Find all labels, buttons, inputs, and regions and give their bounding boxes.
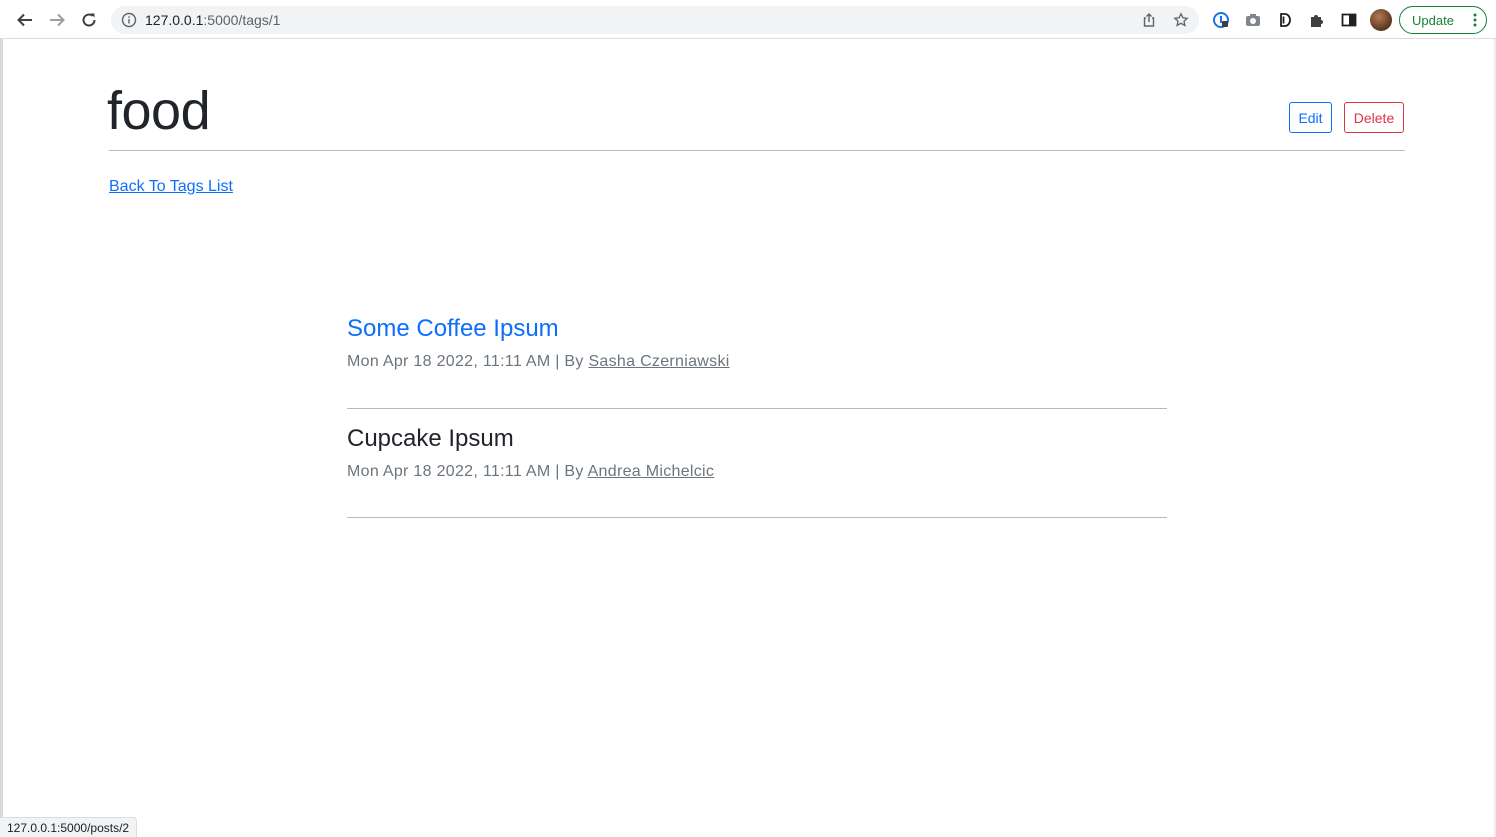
forward-arrow-icon[interactable] [44,7,70,33]
url-text[interactable]: 127.0.0.1:5000/tags/1 [145,12,280,28]
camera-extension-icon[interactable] [1243,10,1263,30]
reload-icon[interactable] [76,7,102,33]
post-meta: Mon Apr 18 2022, 11:11 AM | By Andrea Mi… [347,463,1167,481]
profile-avatar[interactable] [1370,9,1392,31]
title-divider [109,150,1405,151]
post-item: Cupcake Ipsum Mon Apr 18 2022, 11:11 AM … [347,425,1167,481]
share-icon[interactable] [1140,11,1158,29]
post-divider [347,517,1167,518]
post-divider [347,408,1167,409]
post-author-link[interactable]: Andrea Michelcic [588,463,715,480]
post-by-label: | By [550,353,589,370]
post-date: Mon Apr 18 2022, 11:11 AM [347,353,551,370]
address-bar[interactable]: 127.0.0.1:5000/tags/1 [111,6,1199,34]
window-left-edge [0,39,3,837]
more-menu-icon[interactable] [1473,13,1477,30]
back-arrow-icon[interactable] [12,7,38,33]
browser-toolbar: 127.0.0.1:5000/tags/1 Update [0,0,1496,39]
page-title: food [107,81,211,141]
extensions-puzzle-icon[interactable] [1307,10,1327,30]
bookmark-star-icon[interactable] [1172,11,1190,29]
back-to-tags-link[interactable]: Back To Tags List [109,178,233,196]
delete-button[interactable]: Delete [1344,102,1404,133]
post-title-link[interactable]: Cupcake Ipsum [347,425,1167,453]
post-author-link[interactable]: Sasha Czerniawski [588,353,729,370]
update-label: Update [1412,12,1454,28]
dashlane-extension-icon[interactable] [1275,10,1295,30]
password-manager-extension-icon[interactable] [1211,10,1231,30]
post-date: Mon Apr 18 2022, 11:11 AM [347,463,551,480]
link-status-bar: 127.0.0.1:5000/posts/2 [0,817,138,837]
post-item: Some Coffee Ipsum Mon Apr 18 2022, 11:11… [347,315,1167,371]
update-button[interactable]: Update [1399,6,1487,34]
edit-button[interactable]: Edit [1289,102,1332,133]
post-by-label: | By [550,463,588,480]
site-info-icon[interactable] [121,12,137,33]
post-title-link[interactable]: Some Coffee Ipsum [347,315,1167,343]
side-panel-icon[interactable] [1339,10,1359,30]
post-meta: Mon Apr 18 2022, 11:11 AM | By Sasha Cze… [347,353,1167,371]
